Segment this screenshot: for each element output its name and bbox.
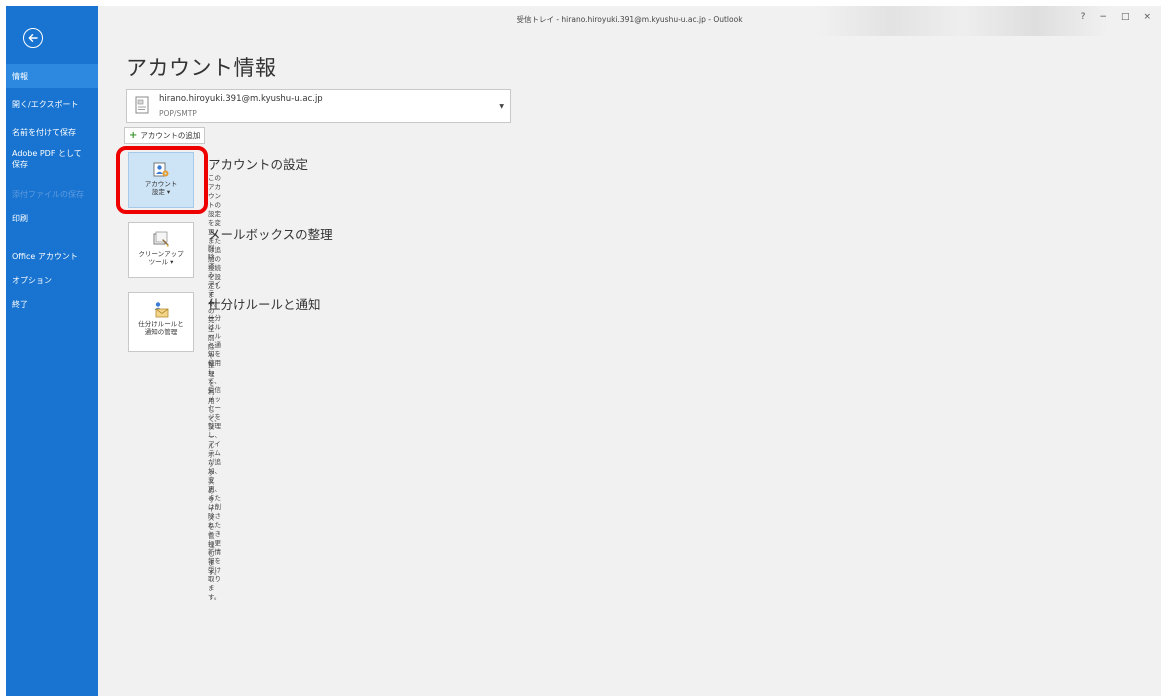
account-email: hirano.hiroyuki.391@m.kyushu-u.ac.jp [159, 94, 323, 104]
nav-item-save-attachments: 添付ファイルの保存 [12, 189, 84, 199]
window-controls: ? − □ × [1081, 12, 1151, 22]
account-settings-icon [153, 162, 169, 177]
nav-item-office-account[interactable]: Office アカウント [6, 244, 98, 268]
back-arrow-icon[interactable] [23, 28, 43, 48]
restore-button[interactable]: □ [1121, 12, 1130, 22]
nav-item-info[interactable]: 情報 [6, 64, 98, 88]
account-selector-dropdown[interactable]: hirano.hiroyuki.391@m.kyushu-u.ac.jp POP… [126, 89, 511, 123]
rules-alerts-heading: 仕分けルールと通知 [208, 297, 321, 312]
mailbox-cleanup-heading: メールボックスの整理 [208, 227, 333, 242]
help-button[interactable]: ? [1081, 12, 1086, 22]
backstage-main: 受信トレイ - hirano.hiroyuki.391@m.kyushu-u.a… [98, 6, 1161, 696]
title-bar: 受信トレイ - hirano.hiroyuki.391@m.kyushu-u.a… [98, 6, 1161, 36]
page-title: アカウント情報 [126, 56, 277, 80]
nav-item-open-export[interactable]: 開く/エクスポート [6, 92, 98, 116]
manage-rules-alerts-label: 仕分けルールと 通知の管理 [138, 320, 184, 336]
nav-item-save-as[interactable]: 名前を付けて保存 [6, 120, 98, 144]
cleanup-tools-icon [153, 231, 169, 247]
add-account-label: アカウントの追加 [140, 131, 201, 140]
chevron-down-icon: ▼ [499, 103, 504, 110]
nav-item-exit[interactable]: 終了 [6, 292, 98, 316]
minimize-button[interactable]: − [1099, 12, 1107, 22]
account-settings-button[interactable]: アカウント 設定 ▾ [128, 152, 194, 208]
manage-rules-alerts-button[interactable]: 仕分けルールと 通知の管理 [128, 292, 194, 352]
window-title: 受信トレイ - hirano.hiroyuki.391@m.kyushu-u.a… [516, 15, 743, 24]
outlook-backstage-window: 情報 開く/エクスポート 名前を付けて保存 Adobe PDF として 保存 添… [0, 0, 1167, 699]
account-settings-label: アカウント 設定 ▾ [144, 180, 178, 196]
add-account-button[interactable]: + アカウントの追加 [124, 127, 206, 144]
close-button[interactable]: × [1143, 12, 1151, 22]
account-settings-heading: アカウントの設定 [208, 157, 309, 172]
nav-item-print[interactable]: 印刷 [6, 206, 98, 230]
rules-alerts-description: 仕分けルールと通知を使用して、受信メッセージを整理し、アイテムが追加、変更、また… [208, 314, 221, 601]
account-type: POP/SMTP [159, 109, 197, 118]
backstage-nav: 情報 開く/エクスポート 名前を付けて保存 Adobe PDF として 保存 添… [6, 64, 98, 316]
nav-item-options[interactable]: オプション [6, 268, 98, 292]
plus-icon: + [129, 130, 138, 141]
backstage-sidebar: 情報 開く/エクスポート 名前を付けて保存 Adobe PDF として 保存 添… [6, 6, 98, 696]
cleanup-tools-button[interactable]: クリーンアップ ツール ▾ [128, 222, 194, 278]
account-file-icon [135, 96, 149, 114]
cleanup-tools-label: クリーンアップ ツール ▾ [138, 250, 184, 266]
nav-item-save-as-adobe-pdf[interactable]: Adobe PDF として 保存 [6, 144, 98, 182]
rules-alerts-icon [154, 302, 169, 318]
